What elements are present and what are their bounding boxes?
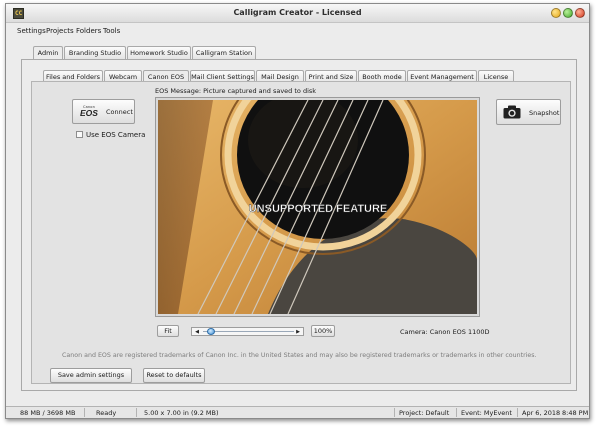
save-admin-settings-button[interactable]: Save admin settings (50, 368, 132, 383)
menu-bar: Settings Projects Folders Tools (6, 24, 589, 38)
status-bar: 88 MB / 3698 MB Ready 5.00 x 7.00 in (9.… (6, 406, 589, 418)
eos-logo-text: EOS (80, 108, 98, 118)
status-memory: 88 MB / 3698 MB (20, 409, 76, 417)
menu-tools[interactable]: Tools (103, 27, 120, 35)
menu-projects[interactable]: Projects (46, 27, 74, 35)
status-divider (136, 408, 137, 417)
zoom-slider[interactable]: ◀ ▶ (191, 327, 304, 336)
reset-to-defaults-button[interactable]: Reset to defaults (143, 368, 205, 383)
slider-right-arrow-icon[interactable]: ▶ (294, 329, 302, 335)
unsupported-overlay: UNSUPPORTED FEATURE (249, 203, 388, 215)
use-eos-camera-checkbox[interactable] (76, 131, 83, 138)
use-eos-camera-label: Use EOS Camera (86, 131, 146, 139)
fit-button[interactable]: Fit (157, 325, 179, 337)
minimize-button[interactable] (551, 8, 561, 18)
tab-branding-studio[interactable]: Branding Studio (64, 46, 126, 59)
camera-preview: UNSUPPORTED FEATURE (155, 97, 480, 317)
connect-label: Connect (106, 108, 133, 116)
zoom-level-box[interactable]: 100% (311, 325, 335, 337)
menu-settings[interactable]: Settings (17, 27, 46, 35)
trademark-notice: Canon and EOS are registered trademarks … (62, 352, 537, 359)
status-project: Project: Default (399, 409, 450, 417)
camera-info: Camera: Canon EOS 1100D (400, 328, 490, 336)
admin-panel: Files and Folders Webcam Canon EOS Mail … (21, 59, 577, 391)
eos-connect-button[interactable]: Canon EOS Connect (72, 99, 135, 124)
menu-folders[interactable]: Folders (76, 27, 101, 35)
tab-calligram-station[interactable]: Calligram Station (192, 46, 256, 59)
tab-homework-studio[interactable]: Homework Studio (127, 46, 191, 59)
tab-admin[interactable]: Admin (33, 46, 63, 60)
guitar-photo: UNSUPPORTED FEATURE (158, 100, 477, 314)
status-time: 8:48 PM (562, 409, 589, 417)
status-date: Apr 6, 2018 (522, 409, 561, 417)
maximize-button[interactable] (563, 8, 573, 18)
canon-eos-panel: Canon EOS Connect Use EOS Camera EOS Mes… (31, 81, 571, 384)
status-divider (394, 408, 395, 417)
eos-message: EOS Message: Picture captured and saved … (155, 87, 317, 95)
title-bar[interactable]: CC Calligram Creator - Licensed (6, 4, 589, 23)
status-state: Ready (96, 409, 117, 417)
snapshot-button[interactable]: Snapshot (496, 99, 561, 125)
canon-eos-logo: Canon EOS (79, 105, 99, 121)
slider-line (203, 331, 294, 332)
window-title: Calligram Creator - Licensed (233, 8, 362, 17)
close-button[interactable] (575, 8, 585, 18)
snapshot-label: Snapshot (529, 109, 560, 117)
status-divider (84, 408, 85, 417)
slider-thumb[interactable] (207, 328, 216, 335)
slider-left-arrow-icon[interactable]: ◀ (193, 329, 201, 335)
status-divider (456, 408, 457, 417)
camera-icon (503, 105, 521, 119)
app-window: CC Calligram Creator - Licensed Settings… (5, 3, 590, 419)
status-divider (517, 408, 518, 417)
status-event: Event: MyEvent (461, 409, 512, 417)
status-size: 5.00 x 7.00 in (9.2 MB) (144, 409, 219, 417)
